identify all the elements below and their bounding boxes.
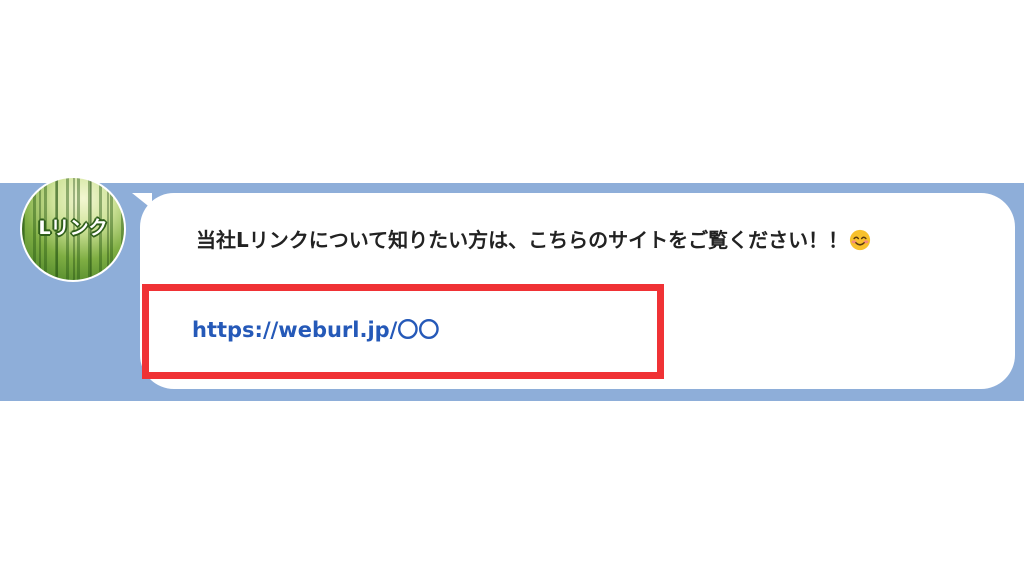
avatar[interactable]: Lリンク [20, 176, 126, 282]
message-text: 当社Lリンクについて知りたい方は、こちらのサイトをご覧ください！！ [196, 228, 849, 252]
avatar-label: Lリンク [38, 217, 108, 239]
smiling-face-icon [850, 229, 871, 251]
message-text-line: 当社Lリンクについて知りたい方は、こちらのサイトをご覧ください！！ [196, 226, 871, 254]
website-link[interactable]: https://weburl.jp/〇〇 [192, 315, 439, 345]
